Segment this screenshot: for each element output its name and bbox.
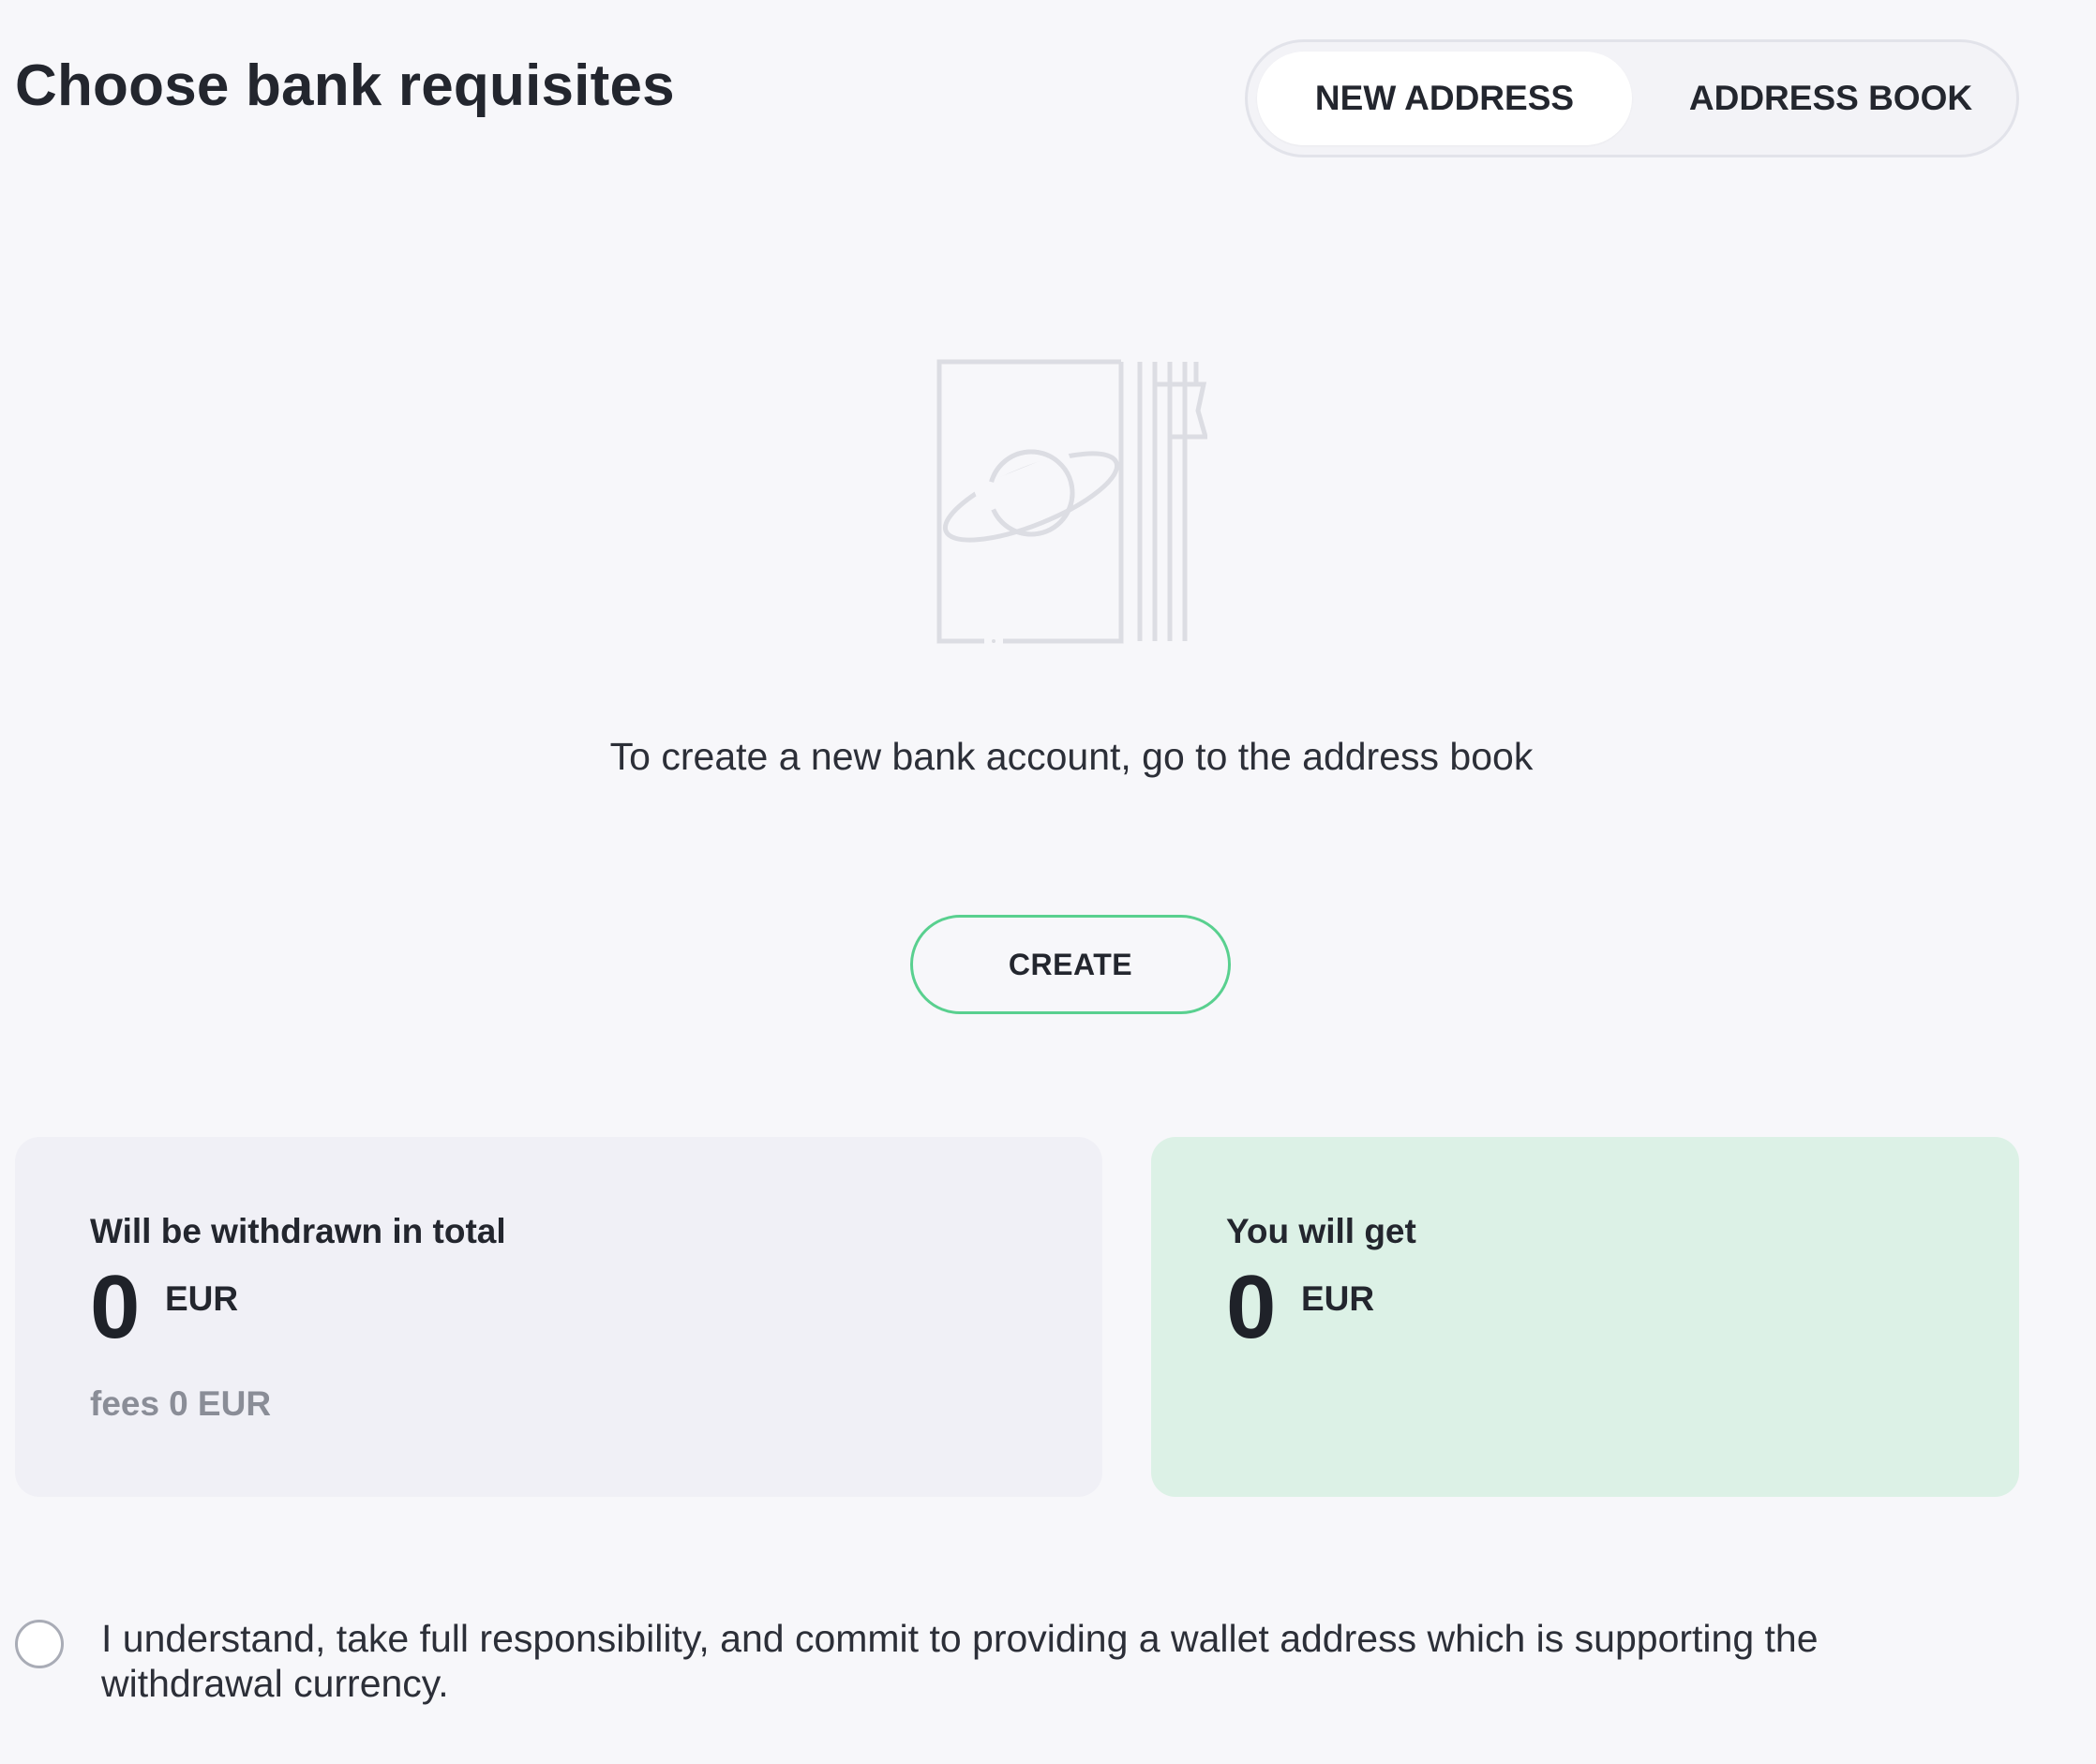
consent-radio[interactable]: [15, 1620, 64, 1668]
withdrawn-total-label: Will be withdrawn in total: [90, 1212, 506, 1250]
receive-amount-value: 0: [1226, 1257, 1277, 1357]
receive-amount-label: You will get: [1226, 1212, 1416, 1250]
empty-state-message: To create a new bank account, go to the …: [609, 735, 1534, 778]
fees-value: 0 EUR: [169, 1384, 272, 1423]
withdrawn-total-currency: EUR: [165, 1279, 239, 1318]
create-button[interactable]: CREATE: [910, 915, 1231, 1014]
withdrawn-total-card: Will be withdrawn in total 0 EUR fees 0 E…: [15, 1137, 1102, 1497]
receive-amount-currency: EUR: [1301, 1279, 1375, 1318]
fees-label: fees: [90, 1384, 160, 1423]
tab-new-address[interactable]: NEW ADDRESS: [1257, 52, 1632, 145]
tab-address-book[interactable]: ADDRESS BOOK: [1653, 52, 2009, 145]
address-mode-switch: NEW ADDRESS ADDRESS BOOK: [1245, 39, 2019, 157]
consent-text: I understand, take full responsibility, …: [101, 1617, 1819, 1705]
withdrawn-total-amount: 0: [90, 1257, 141, 1357]
page-title: Choose bank requisites: [15, 53, 675, 118]
fees-line: fees 0 EUR: [90, 1384, 271, 1424]
address-book-planet-icon: [936, 359, 1207, 644]
receive-amount-card: You will get 0 EUR: [1151, 1137, 2019, 1497]
